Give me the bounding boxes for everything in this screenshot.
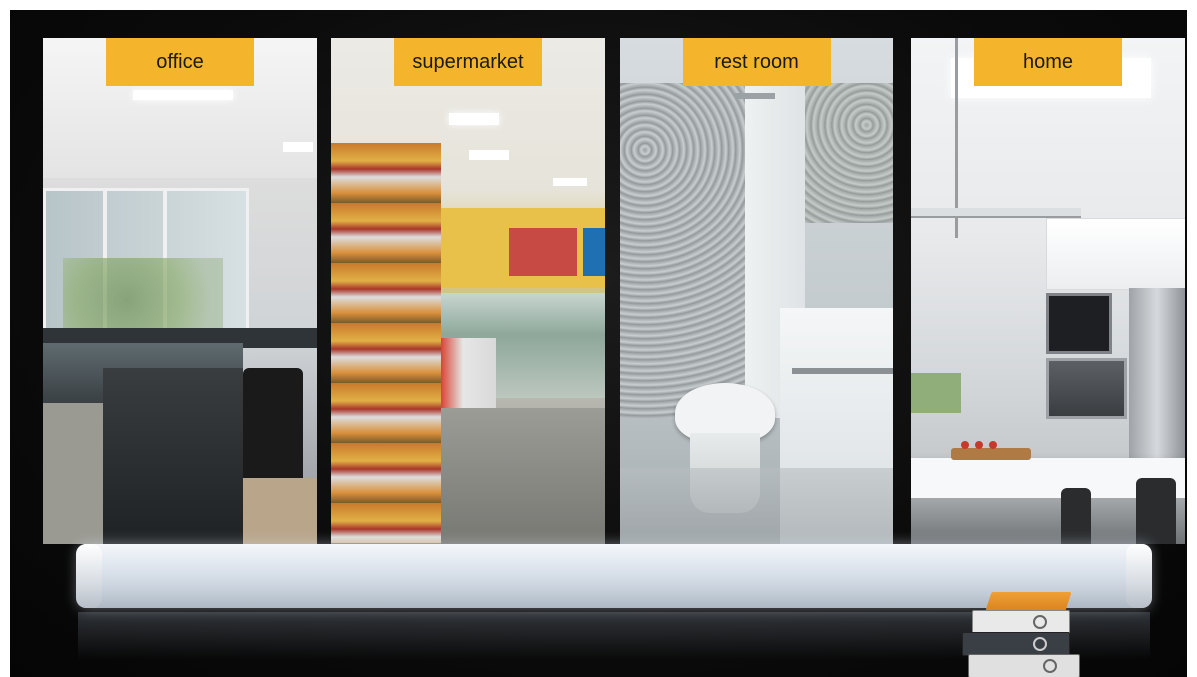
restroom-scene: rest room xyxy=(620,38,893,544)
office-scene: office xyxy=(43,38,317,544)
home-scene: home xyxy=(911,38,1185,544)
lamp-end-cap-right xyxy=(1126,544,1152,608)
supermarket-scene: supermarket xyxy=(331,38,605,544)
binders-icon xyxy=(958,592,1088,677)
home-label: home xyxy=(974,38,1122,86)
lamp-end-cap-left xyxy=(76,544,102,608)
banner-stage: office supermarket rest room home xyxy=(10,10,1187,677)
office-label: office xyxy=(106,38,254,86)
supermarket-label: supermarket xyxy=(394,38,542,86)
restroom-label: rest room xyxy=(682,38,831,86)
